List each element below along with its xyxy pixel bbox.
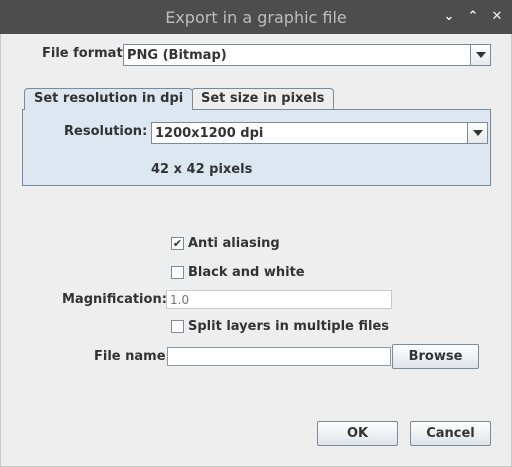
resolution-value: 1200x1200 dpi: [155, 126, 264, 141]
resolution-label: Resolution:: [64, 124, 148, 139]
file-format-select[interactable]: PNG (Bitmap): [123, 44, 491, 66]
file-format-value: PNG (Bitmap): [127, 48, 227, 63]
magnification-label: Magnification:: [62, 292, 167, 307]
black-and-white-label: Black and white: [188, 265, 305, 280]
file-format-label: File format:: [42, 46, 128, 61]
checkbox-box[interactable]: [171, 266, 184, 279]
cancel-button[interactable]: Cancel: [410, 421, 491, 446]
pixel-size-text: 42 x 42 pixels: [151, 162, 253, 177]
anti-aliasing-label: Anti aliasing: [188, 236, 280, 251]
close-icon[interactable]: ✕: [489, 8, 505, 26]
split-layers-label: Split layers in multiple files: [188, 319, 390, 334]
window-title: Export in a graphic file: [165, 8, 347, 27]
magnification-field[interactable]: [166, 290, 392, 309]
chevron-down-icon[interactable]: ⌄: [441, 8, 457, 26]
file-name-field[interactable]: [167, 347, 391, 366]
checkmark-icon[interactable]: ✔: [171, 237, 184, 250]
tab-set-size-pixels[interactable]: Set size in pixels: [191, 88, 335, 109]
browse-button[interactable]: Browse: [392, 344, 479, 369]
chevron-down-icon[interactable]: [470, 45, 490, 65]
file-name-input[interactable]: [168, 348, 390, 365]
chevron-up-icon[interactable]: ⌃: [465, 8, 481, 26]
resolution-tab-panel: [22, 109, 491, 186]
tab-set-resolution-dpi[interactable]: Set resolution in dpi: [24, 88, 194, 110]
chevron-down-icon[interactable]: [467, 123, 487, 143]
file-name-label: File name:: [94, 349, 171, 364]
ok-button[interactable]: OK: [317, 421, 398, 446]
magnification-input[interactable]: [167, 291, 391, 308]
resolution-select[interactable]: 1200x1200 dpi: [151, 122, 488, 144]
title-bar[interactable]: Export in a graphic file ⌄ ⌃ ✕: [0, 0, 512, 34]
checkbox-box[interactable]: [171, 320, 184, 333]
